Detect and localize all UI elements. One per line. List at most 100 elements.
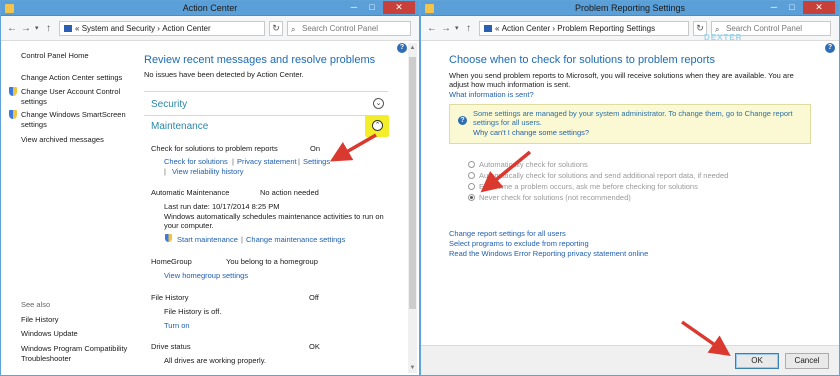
back-icon[interactable]: ← xyxy=(427,23,437,34)
back-icon[interactable]: ← xyxy=(7,23,17,34)
link-separator: | xyxy=(298,157,300,166)
check-for-solutions-link[interactable]: Check for solutions xyxy=(164,157,228,166)
sidebar-item-uac-settings[interactable]: Change User Account Control settings xyxy=(21,87,131,107)
radio-auto-check[interactable] xyxy=(468,161,475,168)
last-run-date: Last run date: 10/17/2014 8:25 PM xyxy=(164,202,280,211)
change-report-settings-all-users-link[interactable]: Change report settings for all users xyxy=(449,229,566,238)
what-information-sent-link[interactable]: What information is sent? xyxy=(449,90,534,99)
help-icon[interactable]: ? xyxy=(825,43,835,53)
privacy-statement-online-link[interactable]: Read the Windows Error Reporting privacy… xyxy=(449,249,648,258)
settings-link[interactable]: Settings xyxy=(303,157,330,166)
intro-text: When you send problem reports to Microso… xyxy=(449,71,794,80)
option-never-check: Never check for solutions (not recommend… xyxy=(479,193,631,202)
breadcrumb-overflow[interactable]: « xyxy=(75,24,79,33)
address-bar[interactable]: « Action Center › Problem Reporting Sett… xyxy=(479,21,689,36)
info-icon: ? xyxy=(458,116,467,125)
admin-notice-text-2: settings for all users. xyxy=(473,118,542,127)
option-auto-check-send: Automatically check for solutions and se… xyxy=(479,171,729,180)
close-button[interactable]: ✕ xyxy=(803,1,835,14)
chevron-up-icon[interactable]: ⌃ xyxy=(372,120,383,131)
address-bar[interactable]: « System and Security › Action Center xyxy=(59,21,265,36)
why-cant-change-link[interactable]: Why can't I change some settings? xyxy=(473,128,589,137)
breadcrumb-overflow[interactable]: « xyxy=(495,24,499,33)
help-icon[interactable]: ? xyxy=(397,43,407,53)
search-placeholder: Search Control Panel xyxy=(302,24,379,33)
change-maintenance-settings-link[interactable]: Change maintenance settings xyxy=(246,235,345,244)
search-placeholder: Search Control Panel xyxy=(726,24,803,33)
ok-button[interactable]: OK xyxy=(735,353,779,369)
search-input[interactable]: ⌕ Search Control Panel xyxy=(287,21,411,36)
sidebar-item-smartscreen-settings[interactable]: Change Windows SmartScreen settings xyxy=(21,110,131,130)
forward-icon[interactable]: → xyxy=(21,23,31,34)
maintenance-description-2: your computer. xyxy=(164,221,214,230)
radio-auto-check-send[interactable] xyxy=(468,172,475,179)
view-homegroup-settings-link[interactable]: View homegroup settings xyxy=(164,271,248,280)
up-icon[interactable]: ↑ xyxy=(46,23,51,34)
admin-notice-text: Some settings are managed by your system… xyxy=(473,109,793,118)
file-history-description: File History is off. xyxy=(164,307,222,316)
drive-status-value: OK xyxy=(309,342,320,351)
drive-status-description: All drives are working properly. xyxy=(164,356,266,365)
privacy-statement-link[interactable]: Privacy statement xyxy=(237,157,297,166)
maximize-button[interactable]: □ xyxy=(783,1,801,14)
link-separator: | xyxy=(164,167,166,176)
exclude-programs-link[interactable]: Select programs to exclude from reportin… xyxy=(449,239,589,248)
breadcrumb-action-center[interactable]: Action Center xyxy=(162,24,210,33)
action-center-window: Action Center ─ □ ✕ ← → ▾ ↑ « System and… xyxy=(0,0,420,376)
breadcrumb-system-security[interactable]: System and Security xyxy=(82,24,155,33)
maximize-button[interactable]: □ xyxy=(363,1,381,14)
scroll-down-icon[interactable]: ▼ xyxy=(408,363,417,373)
link-separator: | xyxy=(241,235,243,244)
option-auto-check: Automatically check for solutions xyxy=(479,160,588,169)
file-history-label: File History xyxy=(151,293,189,302)
vertical-scrollbar[interactable]: ▲ ▼ xyxy=(408,43,417,373)
recent-dropdown-icon[interactable]: ▾ xyxy=(455,24,459,32)
maintenance-description: Windows automatically schedules maintena… xyxy=(164,212,384,221)
cancel-button[interactable]: Cancel xyxy=(785,353,829,369)
see-also-windows-update[interactable]: Windows Update xyxy=(21,329,78,338)
refresh-icon[interactable]: ↻ xyxy=(269,21,283,36)
scrollbar-thumb[interactable] xyxy=(409,57,416,309)
page-title: Review recent messages and resolve probl… xyxy=(144,54,376,66)
radio-ask-before[interactable] xyxy=(468,183,475,190)
check-solutions-status: On xyxy=(310,144,321,153)
sidebar-item-action-center-settings[interactable]: Change Action Center settings xyxy=(21,73,122,82)
sidebar-home-link[interactable]: Control Panel Home xyxy=(21,51,89,60)
intro-text-2: adjust how much information is sent. xyxy=(449,80,571,89)
drive-status-label: Drive status xyxy=(151,342,191,351)
up-icon[interactable]: ↑ xyxy=(466,23,471,34)
turn-on-file-history-link[interactable]: Turn on xyxy=(164,321,190,330)
start-maintenance-link[interactable]: Start maintenance xyxy=(177,235,238,244)
page-title: Choose when to check for solutions to pr… xyxy=(449,54,715,66)
control-panel-icon xyxy=(484,25,492,32)
maintenance-section-header[interactable]: Maintenance xyxy=(151,121,208,132)
see-also-compat-troubleshooter[interactable]: Windows Program Compatibility Troublesho… xyxy=(21,344,133,364)
search-icon: ⌕ xyxy=(291,25,296,34)
breadcrumb-problem-reporting[interactable]: Problem Reporting Settings xyxy=(557,24,655,33)
title-bar[interactable]: Action Center ─ □ ✕ xyxy=(1,1,419,16)
radio-never-check[interactable] xyxy=(468,194,475,201)
homegroup-label: HomeGroup xyxy=(151,257,192,266)
file-history-status: Off xyxy=(309,293,319,302)
see-also-file-history[interactable]: File History xyxy=(21,315,59,324)
minimize-button[interactable]: ─ xyxy=(765,1,783,14)
breadcrumb-separator: › xyxy=(552,24,556,33)
control-panel-icon xyxy=(64,25,72,32)
recent-dropdown-icon[interactable]: ▾ xyxy=(35,24,39,32)
security-section-header[interactable]: Security xyxy=(151,99,187,110)
chevron-down-icon[interactable]: ⌄ xyxy=(373,98,384,109)
close-button[interactable]: ✕ xyxy=(383,1,415,14)
link-separator: | xyxy=(232,157,234,166)
title-bar[interactable]: Problem Reporting Settings ─ □ ✕ xyxy=(421,1,839,16)
problem-reporting-window: Problem Reporting Settings ─ □ ✕ ← → ▾ ↑… xyxy=(420,0,840,376)
scroll-up-icon[interactable]: ▲ xyxy=(408,43,417,53)
minimize-button[interactable]: ─ xyxy=(345,1,363,14)
breadcrumb-action-center[interactable]: Action Center xyxy=(502,24,550,33)
forward-icon[interactable]: → xyxy=(441,23,451,34)
auto-maintenance-status: No action needed xyxy=(260,188,319,197)
uac-shield-icon xyxy=(9,87,17,96)
divider xyxy=(144,91,388,92)
view-reliability-history-link[interactable]: View reliability history xyxy=(172,167,244,176)
auto-maintenance-label: Automatic Maintenance xyxy=(151,188,230,197)
sidebar-item-archived-messages[interactable]: View archived messages xyxy=(21,135,104,144)
